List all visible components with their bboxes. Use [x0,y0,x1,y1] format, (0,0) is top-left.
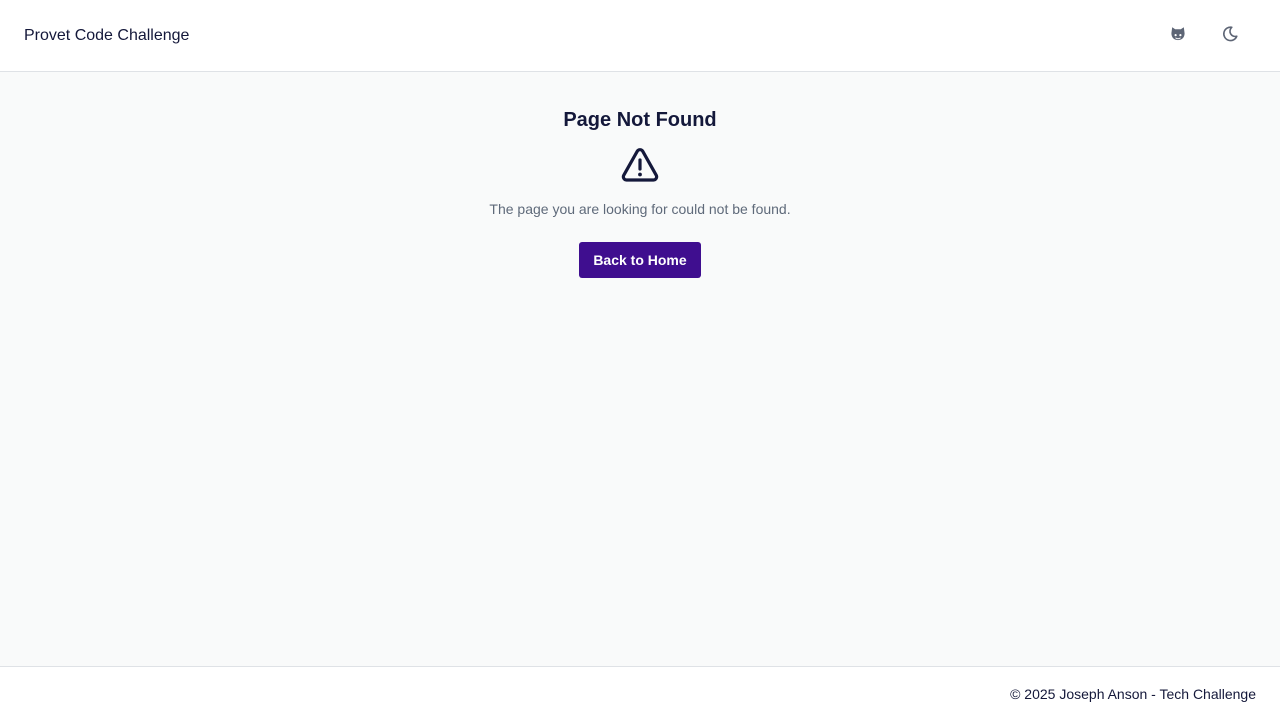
copyright-text: © 2025 Joseph Anson - Tech Challenge [1010,685,1256,702]
page-title: Page Not Found [563,109,717,131]
app-title: Provet Code Challenge [24,26,190,44]
moon-icon [1221,25,1239,46]
back-to-home-button[interactable]: Back to Home [579,242,701,278]
header-actions [1158,16,1250,56]
not-found-message: The page you are looking for could not b… [489,201,791,217]
app-footer: © 2025 Joseph Anson - Tech Challenge [0,666,1280,720]
github-button[interactable] [1158,16,1198,56]
app-header: Provet Code Challenge [0,0,1280,72]
main-content: Page Not Found The page you are looking … [0,72,1280,666]
github-icon [1169,25,1187,46]
warning-triangle-icon [621,147,659,183]
theme-toggle-button[interactable] [1210,16,1250,56]
